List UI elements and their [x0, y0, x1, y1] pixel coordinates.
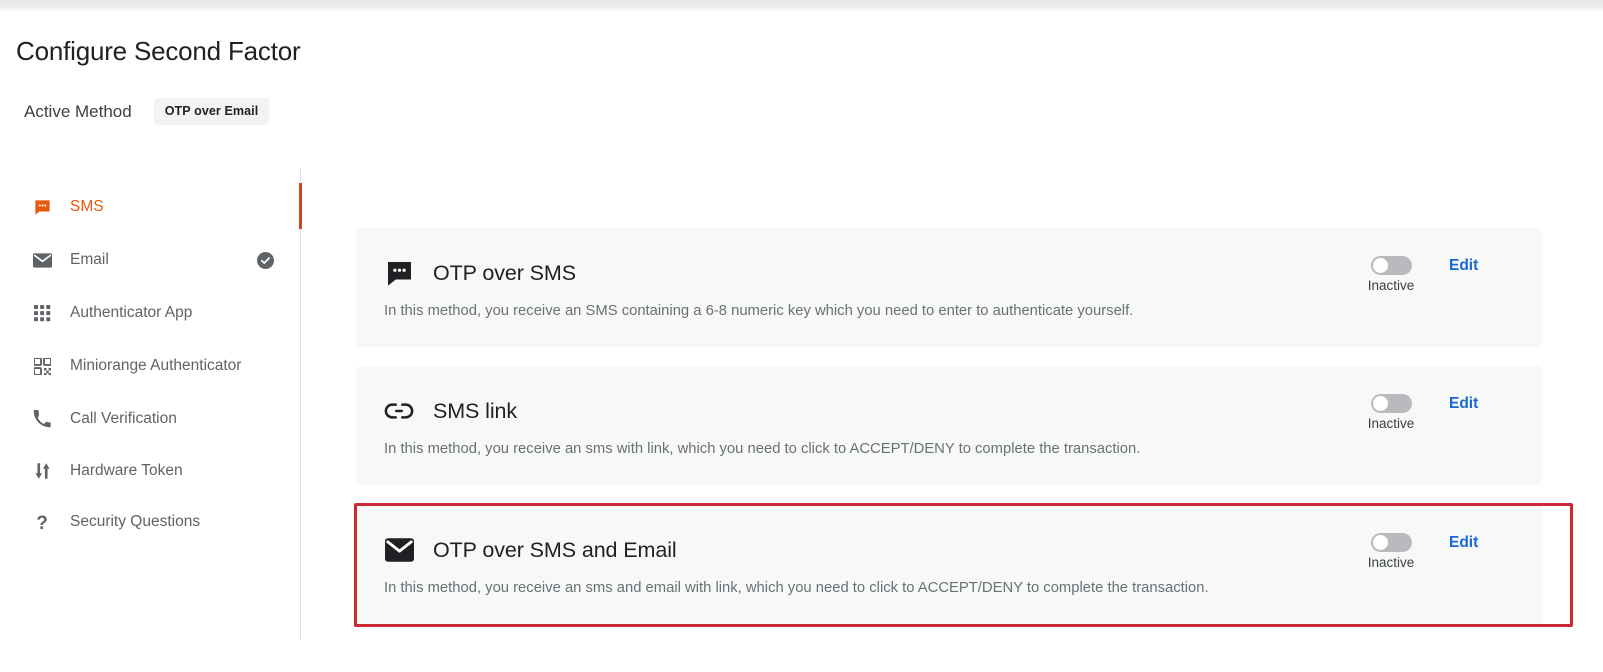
- qr-code-icon: [32, 356, 52, 376]
- toggle-knob: [1372, 258, 1388, 273]
- toggle-knob: [1372, 535, 1388, 550]
- active-method-badge: OTP over Email: [153, 98, 270, 125]
- method-status-label: Inactive: [1367, 416, 1415, 431]
- email-icon: [32, 250, 52, 270]
- method-card-controls: Inactive Edit: [1363, 533, 1478, 570]
- envelope-icon: [384, 535, 414, 565]
- verified-check-icon: [257, 252, 274, 269]
- sidebar-item-label: Call Verification: [70, 410, 177, 427]
- method-description: In this method, you receive an sms with …: [384, 441, 1141, 457]
- method-card-controls: Inactive Edit: [1363, 256, 1478, 293]
- method-description: In this method, you receive an SMS conta…: [384, 303, 1134, 319]
- sidebar-item-label: Miniorange Authenticator: [70, 357, 242, 374]
- method-card-header: OTP over SMS and Email: [384, 535, 677, 565]
- sidebar-item-label: Hardware Token: [70, 462, 183, 479]
- edit-button[interactable]: Edit: [1449, 395, 1478, 413]
- question-mark-icon: ?: [32, 512, 52, 532]
- method-title: OTP over SMS: [433, 260, 576, 285]
- toggle-knob: [1372, 396, 1388, 411]
- method-title: OTP over SMS and Email: [433, 537, 677, 562]
- link-icon: [384, 396, 414, 426]
- sidebar-item-email[interactable]: Email: [32, 246, 109, 274]
- methods-sidebar: SMS Email Authenticator App Miniorange Auth…: [0, 168, 302, 640]
- edit-button[interactable]: Edit: [1449, 534, 1478, 552]
- page-title: Configure Second Factor: [16, 36, 301, 66]
- configure-second-factor-page: Configure Second Factor Active Method OT…: [0, 0, 1603, 672]
- sidebar-item-label: Authenticator App: [70, 304, 193, 321]
- method-toggle-group: Inactive: [1363, 256, 1419, 293]
- edit-button[interactable]: Edit: [1449, 257, 1478, 275]
- sidebar-item-hardware-token[interactable]: Hardware Token: [32, 457, 183, 485]
- method-card-controls: Inactive Edit: [1363, 394, 1478, 431]
- sidebar-item-label: SMS: [70, 198, 104, 215]
- sidebar-item-authenticator-app[interactable]: Authenticator App: [32, 299, 192, 327]
- method-status-label: Inactive: [1367, 278, 1415, 293]
- sidebar-item-miniorange-authenticator[interactable]: Miniorange Authenticator: [32, 352, 241, 380]
- method-status-label: Inactive: [1367, 555, 1415, 570]
- method-toggle-group: Inactive: [1363, 533, 1419, 570]
- method-enable-toggle[interactable]: [1370, 394, 1412, 413]
- method-enable-toggle[interactable]: [1370, 533, 1412, 552]
- active-method-row: Active Method OTP over Email: [24, 98, 270, 125]
- hardware-token-icon: [32, 461, 52, 481]
- phone-icon: [32, 409, 52, 429]
- sidebar-item-label: Email: [70, 251, 109, 268]
- active-method-label: Active Method: [24, 101, 132, 121]
- sidebar-item-call-verification[interactable]: Call Verification: [32, 405, 177, 433]
- sidebar-item-security-questions[interactable]: ? Security Questions: [32, 508, 200, 536]
- top-chrome-strip: [0, 0, 1603, 12]
- svg-text:?: ?: [36, 513, 48, 532]
- method-toggle-group: Inactive: [1363, 394, 1419, 431]
- method-card: OTP over SMS and Email In this method, yo…: [356, 505, 1542, 625]
- sidebar-item-label: Security Questions: [70, 513, 201, 530]
- sidebar-active-indicator: [299, 183, 302, 229]
- method-card: OTP over SMS In this method, you receive …: [356, 228, 1542, 347]
- sms-icon: [32, 197, 52, 217]
- method-card-header: SMS link: [384, 396, 517, 426]
- method-description: In this method, you receive an sms and e…: [384, 580, 1209, 596]
- chat-bubble-icon: [384, 258, 414, 288]
- method-title: SMS link: [433, 398, 518, 423]
- sidebar-item-sms[interactable]: SMS: [32, 193, 104, 221]
- method-card-header: OTP over SMS: [384, 258, 576, 288]
- apps-grid-icon: [32, 303, 52, 323]
- method-card: SMS link In this method, you receive an s…: [356, 366, 1542, 485]
- method-enable-toggle[interactable]: [1370, 256, 1412, 275]
